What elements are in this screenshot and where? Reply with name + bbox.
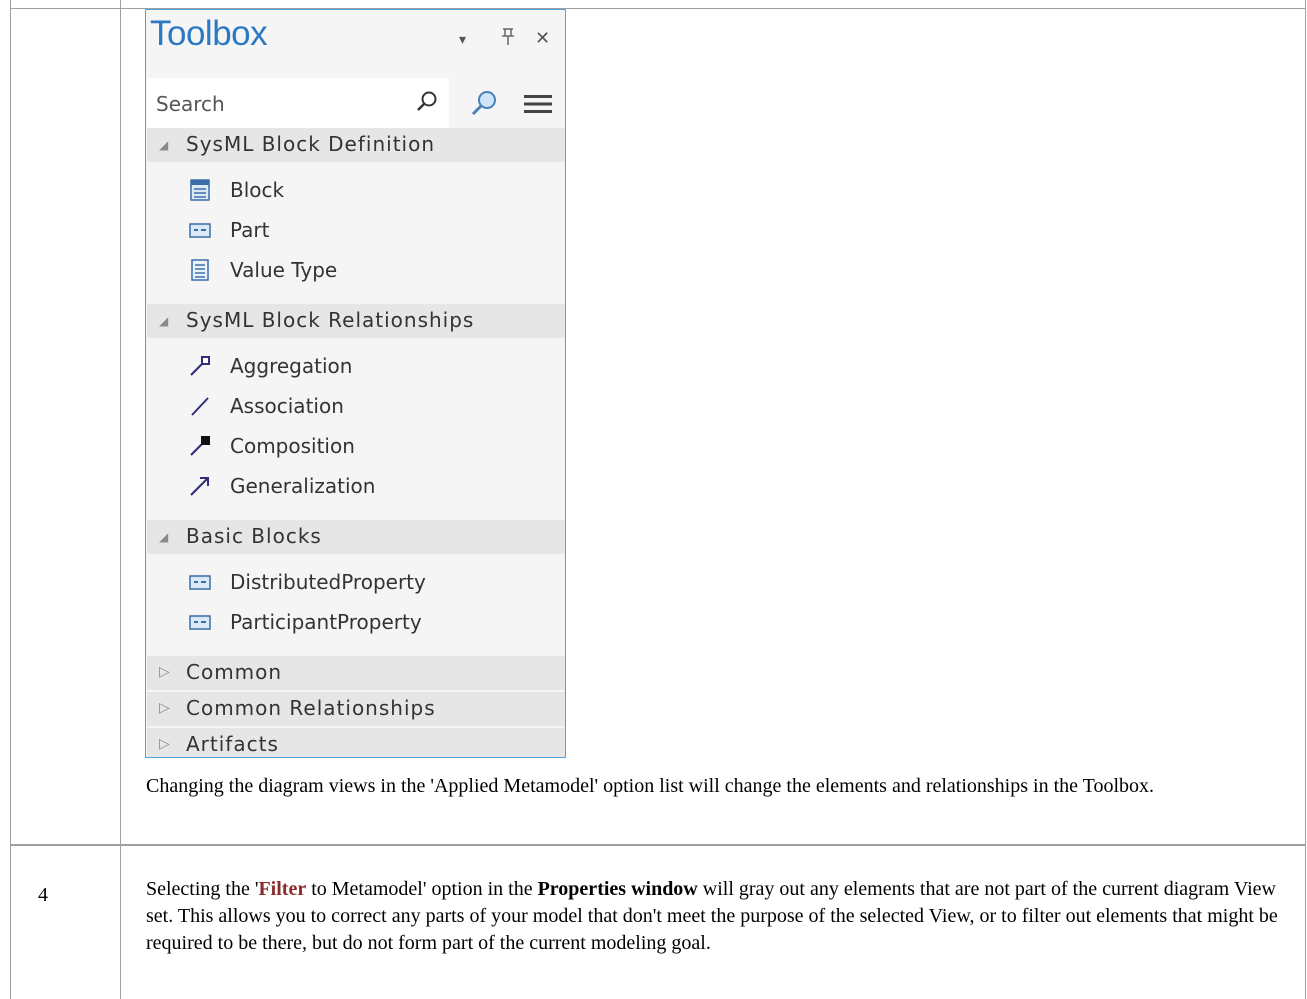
block-icon: [189, 179, 211, 201]
property-icon: [189, 571, 211, 593]
section-sysml-block-definition[interactable]: ◢ SysML Block Definition: [147, 128, 565, 162]
item-label: DistributedProperty: [230, 570, 426, 594]
properties-window-keyword: Properties window: [537, 878, 698, 900]
expanded-triangle-icon: ◢: [159, 530, 169, 544]
item-label: Generalization: [230, 474, 376, 498]
section-label: Artifacts: [186, 732, 279, 756]
collapsed-triangle-icon: ▷: [159, 700, 170, 716]
find-icon[interactable]: [470, 89, 498, 121]
filter-keyword: Filter: [258, 878, 307, 900]
section-label: SysML Block Relationships: [186, 308, 475, 332]
toolbox-item-value-type[interactable]: Value Type: [189, 257, 549, 287]
toolbox-item-distributed-property[interactable]: DistributedProperty: [189, 569, 549, 599]
toolbox-search-input[interactable]: Search: [147, 78, 449, 128]
item-label: Aggregation: [230, 354, 353, 378]
search-icon[interactable]: [415, 90, 439, 118]
toolbox-item-part[interactable]: Part: [189, 217, 549, 247]
section-label: Common Relationships: [186, 696, 436, 720]
property-icon: [189, 611, 211, 633]
section-label: SysML Block Definition: [186, 132, 436, 156]
item-label: Value Type: [230, 258, 338, 282]
toolbox-caption: Changing the diagram views in the 'Appli…: [146, 775, 1155, 797]
value-type-icon: [189, 259, 211, 281]
text-mid: to Metamodel' option in the: [306, 878, 538, 900]
search-placeholder: Search: [156, 92, 225, 116]
toolbox-title: Toolbox: [150, 14, 268, 53]
collapsed-triangle-icon: ▷: [159, 736, 170, 752]
table-column-divider: [120, 0, 121, 999]
aggregation-icon: [189, 355, 211, 377]
toolbox-header: Toolbox ▾ ✕: [146, 10, 565, 66]
section-label: Basic Blocks: [186, 524, 322, 548]
item-label: Part: [230, 218, 270, 242]
section-common[interactable]: ▷ Common: [147, 656, 565, 690]
toolbox-item-generalization[interactable]: Generalization: [189, 473, 549, 503]
table-row-divider: [10, 844, 1306, 846]
collapsed-triangle-icon: ▷: [159, 664, 170, 680]
composition-icon: [189, 435, 211, 457]
toolbox-item-participant-property[interactable]: ParticipantProperty: [189, 609, 549, 639]
text-before: Selecting the ': [146, 878, 259, 900]
menu-icon[interactable]: [524, 94, 552, 118]
table-border-left: [10, 0, 11, 999]
toolbox-item-block[interactable]: Block: [189, 177, 549, 207]
section-artifacts[interactable]: ▷ Artifacts: [147, 728, 565, 757]
association-icon: [189, 395, 211, 417]
item-label: Block: [230, 178, 285, 202]
generalization-icon: [189, 475, 211, 497]
toolbox-panel: Toolbox ▾ ✕ Search ◢ SysML Block Definit…: [145, 9, 566, 758]
toolbox-item-composition[interactable]: Composition: [189, 433, 549, 463]
pin-icon[interactable]: [501, 28, 515, 51]
toolbox-item-association[interactable]: Association: [189, 393, 549, 423]
toolbox-item-aggregation[interactable]: Aggregation: [189, 353, 549, 383]
expanded-triangle-icon: ◢: [159, 138, 169, 152]
section-common-relationships[interactable]: ▷ Common Relationships: [147, 692, 565, 726]
item-label: Association: [230, 394, 344, 418]
step-description: Selecting the 'Filter to Metamodel' opti…: [146, 876, 1296, 957]
item-label: Composition: [230, 434, 355, 458]
section-sysml-block-relationships[interactable]: ◢ SysML Block Relationships: [147, 304, 565, 338]
section-basic-blocks[interactable]: ◢ Basic Blocks: [147, 520, 565, 554]
part-icon: [189, 219, 211, 241]
section-label: Common: [186, 660, 283, 684]
close-icon[interactable]: ✕: [535, 28, 550, 49]
expanded-triangle-icon: ◢: [159, 314, 169, 328]
table-border-right: [1305, 0, 1306, 999]
dropdown-icon[interactable]: ▾: [459, 32, 466, 48]
step-number: 4: [38, 884, 48, 906]
item-label: ParticipantProperty: [230, 610, 422, 634]
